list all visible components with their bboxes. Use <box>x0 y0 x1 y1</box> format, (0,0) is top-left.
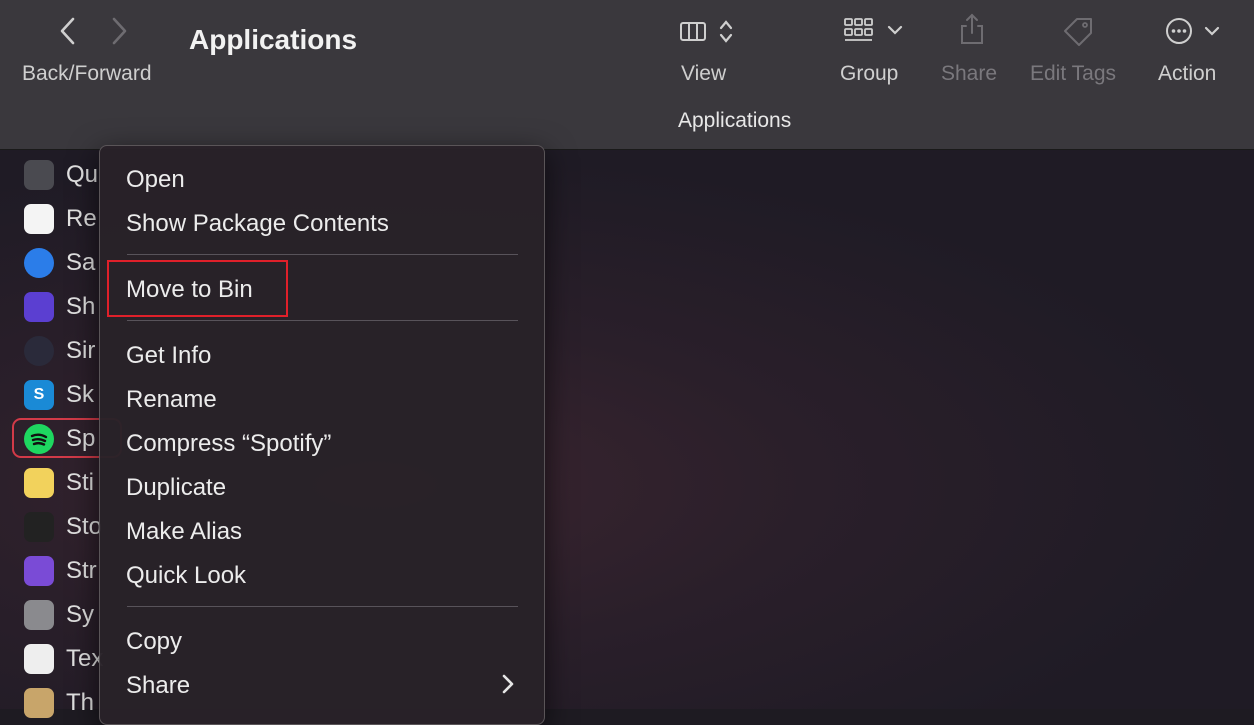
back-button[interactable] <box>53 14 83 48</box>
menu-separator <box>127 254 518 255</box>
back-forward-label: Back/Forward <box>22 62 152 85</box>
system-preferences-icon <box>24 600 54 630</box>
menu-item-open[interactable]: Open <box>126 166 185 194</box>
menu-item-quick-look[interactable]: Quick Look <box>126 562 246 590</box>
quicktime-icon <box>24 160 54 190</box>
column-view-icon[interactable] <box>679 18 739 46</box>
list-item-label: Sp <box>66 425 96 452</box>
context-menu: Open Show Package Contents Move to Bin G… <box>99 145 545 725</box>
menu-separator <box>127 320 518 321</box>
reminders-icon <box>24 204 54 234</box>
list-item-label: Qu <box>66 161 99 188</box>
menu-item-share[interactable]: Share <box>126 672 190 700</box>
list-item-label: Re <box>66 205 97 232</box>
menu-item-get-info[interactable]: Get Info <box>126 342 211 370</box>
list-item-label: Str <box>66 557 97 584</box>
textedit-icon <box>24 644 54 674</box>
menu-item-compress[interactable]: Compress “Spotify” <box>126 430 331 458</box>
menu-separator <box>127 606 518 607</box>
list-item-label: Sto <box>66 513 103 540</box>
list-item-label: Sk <box>66 381 95 408</box>
group-icon[interactable] <box>843 16 907 46</box>
share-icon[interactable] <box>958 12 986 46</box>
menu-item-make-alias[interactable]: Make Alias <box>126 518 242 546</box>
action-label: Action <box>1158 62 1217 85</box>
share-label: Share <box>941 62 998 85</box>
menu-item-show-package-contents[interactable]: Show Package Contents <box>126 210 389 238</box>
strongbox-icon <box>24 556 54 586</box>
menu-item-duplicate[interactable]: Duplicate <box>126 474 226 502</box>
tag-icon[interactable] <box>1061 15 1095 47</box>
shortcuts-icon <box>24 292 54 322</box>
list-item-label: Sir <box>66 337 96 364</box>
list-item-label: Sh <box>66 293 96 320</box>
finder-toolbar: Back/Forward Applications View Group Sha… <box>0 0 1254 150</box>
list-item-label: Sti <box>66 469 95 496</box>
edit-tags-label: Edit Tags <box>1030 62 1116 85</box>
stocks-icon <box>24 512 54 542</box>
action-ellipsis-icon[interactable] <box>1164 16 1226 46</box>
menu-item-rename[interactable]: Rename <box>126 386 217 414</box>
skype-icon: S <box>24 380 54 410</box>
list-item-label: Tex <box>66 645 104 672</box>
group-label: Group <box>840 62 899 85</box>
spotify-icon <box>24 424 54 454</box>
stickies-icon <box>24 468 54 498</box>
chevron-right-icon <box>112 17 127 45</box>
safari-icon <box>24 248 54 278</box>
list-item-label: Th <box>66 689 95 716</box>
folder-icon <box>24 688 54 718</box>
menu-item-move-to-bin[interactable]: Move to Bin <box>126 276 253 304</box>
window-title: Applications <box>189 24 358 55</box>
chevron-left-icon <box>60 17 75 45</box>
view-label: View <box>681 62 727 85</box>
siri-icon <box>24 336 54 366</box>
list-item-label: Sy <box>66 601 95 628</box>
menu-item-copy[interactable]: Copy <box>126 628 182 656</box>
list-item-label: Sa <box>66 249 96 276</box>
icon-glyph: S <box>33 386 45 403</box>
path-bar-label: Applications <box>678 109 792 132</box>
submenu-chevron-icon <box>502 674 514 694</box>
forward-button[interactable] <box>104 14 134 48</box>
